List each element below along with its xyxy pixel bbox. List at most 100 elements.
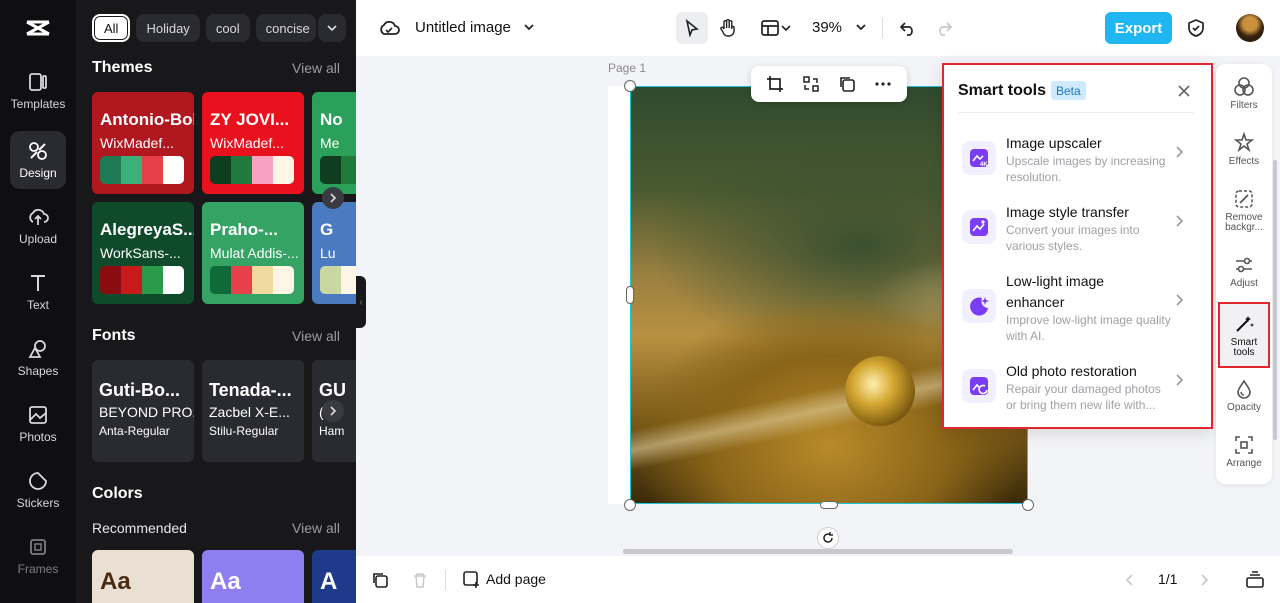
theme-card[interactable]: G Lu [312,202,356,304]
zoom-chevron-icon[interactable] [854,20,868,34]
layout-icon [761,20,779,36]
theme-card[interactable]: Praho-... Mulat Addis-... [202,202,304,304]
delete-page-button[interactable] [410,570,430,590]
page-duplicate-button[interactable] [370,570,390,590]
font-pairing-card[interactable]: Tenada-... Zacbel X-E... Stilu-Regular [202,360,304,462]
chevron-down-icon [327,25,337,32]
colors-title: Colors [92,485,143,502]
fonts-next-button[interactable] [322,400,344,422]
color-swatch [121,156,142,184]
title-menu-chevron-icon[interactable] [522,20,536,34]
nav-label: Design [19,166,57,180]
nav-text[interactable]: Text [10,263,66,321]
page-manager-button[interactable] [1244,570,1266,590]
theme-heading-font: Praho-... [210,220,279,239]
color-palette-card[interactable]: Aa [92,550,194,603]
close-smart-tools-button[interactable] [1172,79,1196,103]
themes-next-button[interactable] [322,187,344,209]
rail-arrange[interactable]: Arrange [1216,434,1272,469]
font-sample: GU [319,380,346,400]
security-shield-button[interactable] [1184,16,1208,40]
add-page-button[interactable]: Add page [462,570,546,588]
chip-concise[interactable]: concise [255,14,316,42]
tool-description: Convert your images into various styles. [1006,223,1140,253]
hand-tool-button[interactable] [714,14,742,42]
zoom-level[interactable]: 39% [812,19,842,36]
redo-button[interactable] [932,16,956,40]
nav-templates[interactable]: Templates [10,62,66,120]
color-swatch [142,266,163,294]
theme-swatches [210,266,294,294]
filter-expand-button[interactable] [318,14,346,42]
font-pairing-card[interactable]: Guti-Bo... BEYOND PRO... Anta-Regular [92,360,194,462]
color-palette-card[interactable]: A [312,550,356,603]
right-scrollbar[interactable] [1273,160,1277,440]
theme-card[interactable]: ZY JOVI... WixMadef... [202,92,304,194]
chip-holiday[interactable]: Holiday [136,14,200,42]
design-panel: All Holiday cool concise Themes View all… [76,0,356,603]
fonts-view-all[interactable]: View all [292,328,340,344]
nav-upload[interactable]: Upload [10,197,66,255]
top-bar: Untitled image 39% Export [356,0,1280,56]
color-swatch [100,266,121,294]
crop-icon[interactable] [766,75,784,93]
nav-photos[interactable]: Photos [10,395,66,453]
tool-description: Improve low-light image quality with AI. [1006,313,1171,343]
theme-card[interactable]: No Me [312,92,356,194]
duplicate-icon[interactable] [838,75,856,93]
color-swatch [320,156,341,184]
themes-view-all[interactable]: View all [292,60,340,76]
rail-effects[interactable]: Effects [1216,132,1272,167]
theme-heading-font: AlegreyaS... [100,220,194,239]
rail-remove-background[interactable]: Remove backgr... [1216,188,1272,233]
color-swatch [121,266,142,294]
divider [958,112,1194,113]
resize-handle-left[interactable] [626,286,634,304]
flip-icon[interactable] [802,75,820,93]
style-transfer-icon [962,210,996,244]
opacity-icon [1237,379,1251,399]
nav-shapes[interactable]: Shapes [10,329,66,387]
chevron-right-icon [1201,574,1209,586]
rail-opacity[interactable]: Opacity [1216,378,1272,413]
tool-name: Low-light image enhancer [1006,273,1105,310]
resize-handle-bottom-right[interactable] [1022,499,1034,511]
templates-icon [29,73,47,91]
rotate-handle[interactable] [817,527,839,549]
chip-all[interactable]: All [92,14,131,42]
more-options-icon[interactable] [874,75,892,93]
panel-collapse-handle[interactable]: ‹ [356,276,366,328]
rail-smart-tools[interactable]: Smart tools [1218,302,1270,368]
resize-handle-top-left[interactable] [624,80,636,92]
resize-handle-bottom[interactable] [820,501,838,509]
resize-handle-bottom-left[interactable] [624,499,636,511]
design-icon [29,142,47,160]
nav-design[interactable]: Design [10,131,66,189]
colors-view-all[interactable]: View all [292,520,340,536]
chevron-right-icon [330,193,337,203]
theme-body-font: Mulat Addis-... [210,245,299,261]
color-swatch [163,156,184,184]
user-avatar[interactable] [1236,14,1264,42]
rail-filters[interactable]: Filters [1216,76,1272,111]
canvas-horizontal-scrollbar[interactable] [623,549,1013,554]
nav-stickers[interactable]: Stickers [10,461,66,519]
theme-card[interactable]: AlegreyaS... WorkSans-... [92,202,194,304]
next-page-button[interactable] [1196,572,1212,588]
prev-page-button[interactable] [1122,572,1138,588]
add-page-icon [463,571,479,588]
select-tool-button[interactable] [676,12,708,44]
rail-adjust[interactable]: Adjust [1216,254,1272,289]
undo-button[interactable] [896,16,920,40]
theme-body-font: WixMadef... [100,135,174,151]
nav-frames[interactable]: Frames [10,527,66,585]
color-palette-card[interactable]: Aa [202,550,304,603]
theme-card[interactable]: Antonio-Bold WixMadef... [92,92,194,194]
chip-cool[interactable]: cool [205,14,250,42]
export-button[interactable]: Export [1105,12,1172,44]
theme-swatches [320,156,356,184]
capcut-logo-icon[interactable] [24,14,52,42]
cloud-save-icon[interactable] [378,17,400,39]
document-title[interactable]: Untitled image [415,19,511,36]
layout-menu-button[interactable] [756,14,796,42]
